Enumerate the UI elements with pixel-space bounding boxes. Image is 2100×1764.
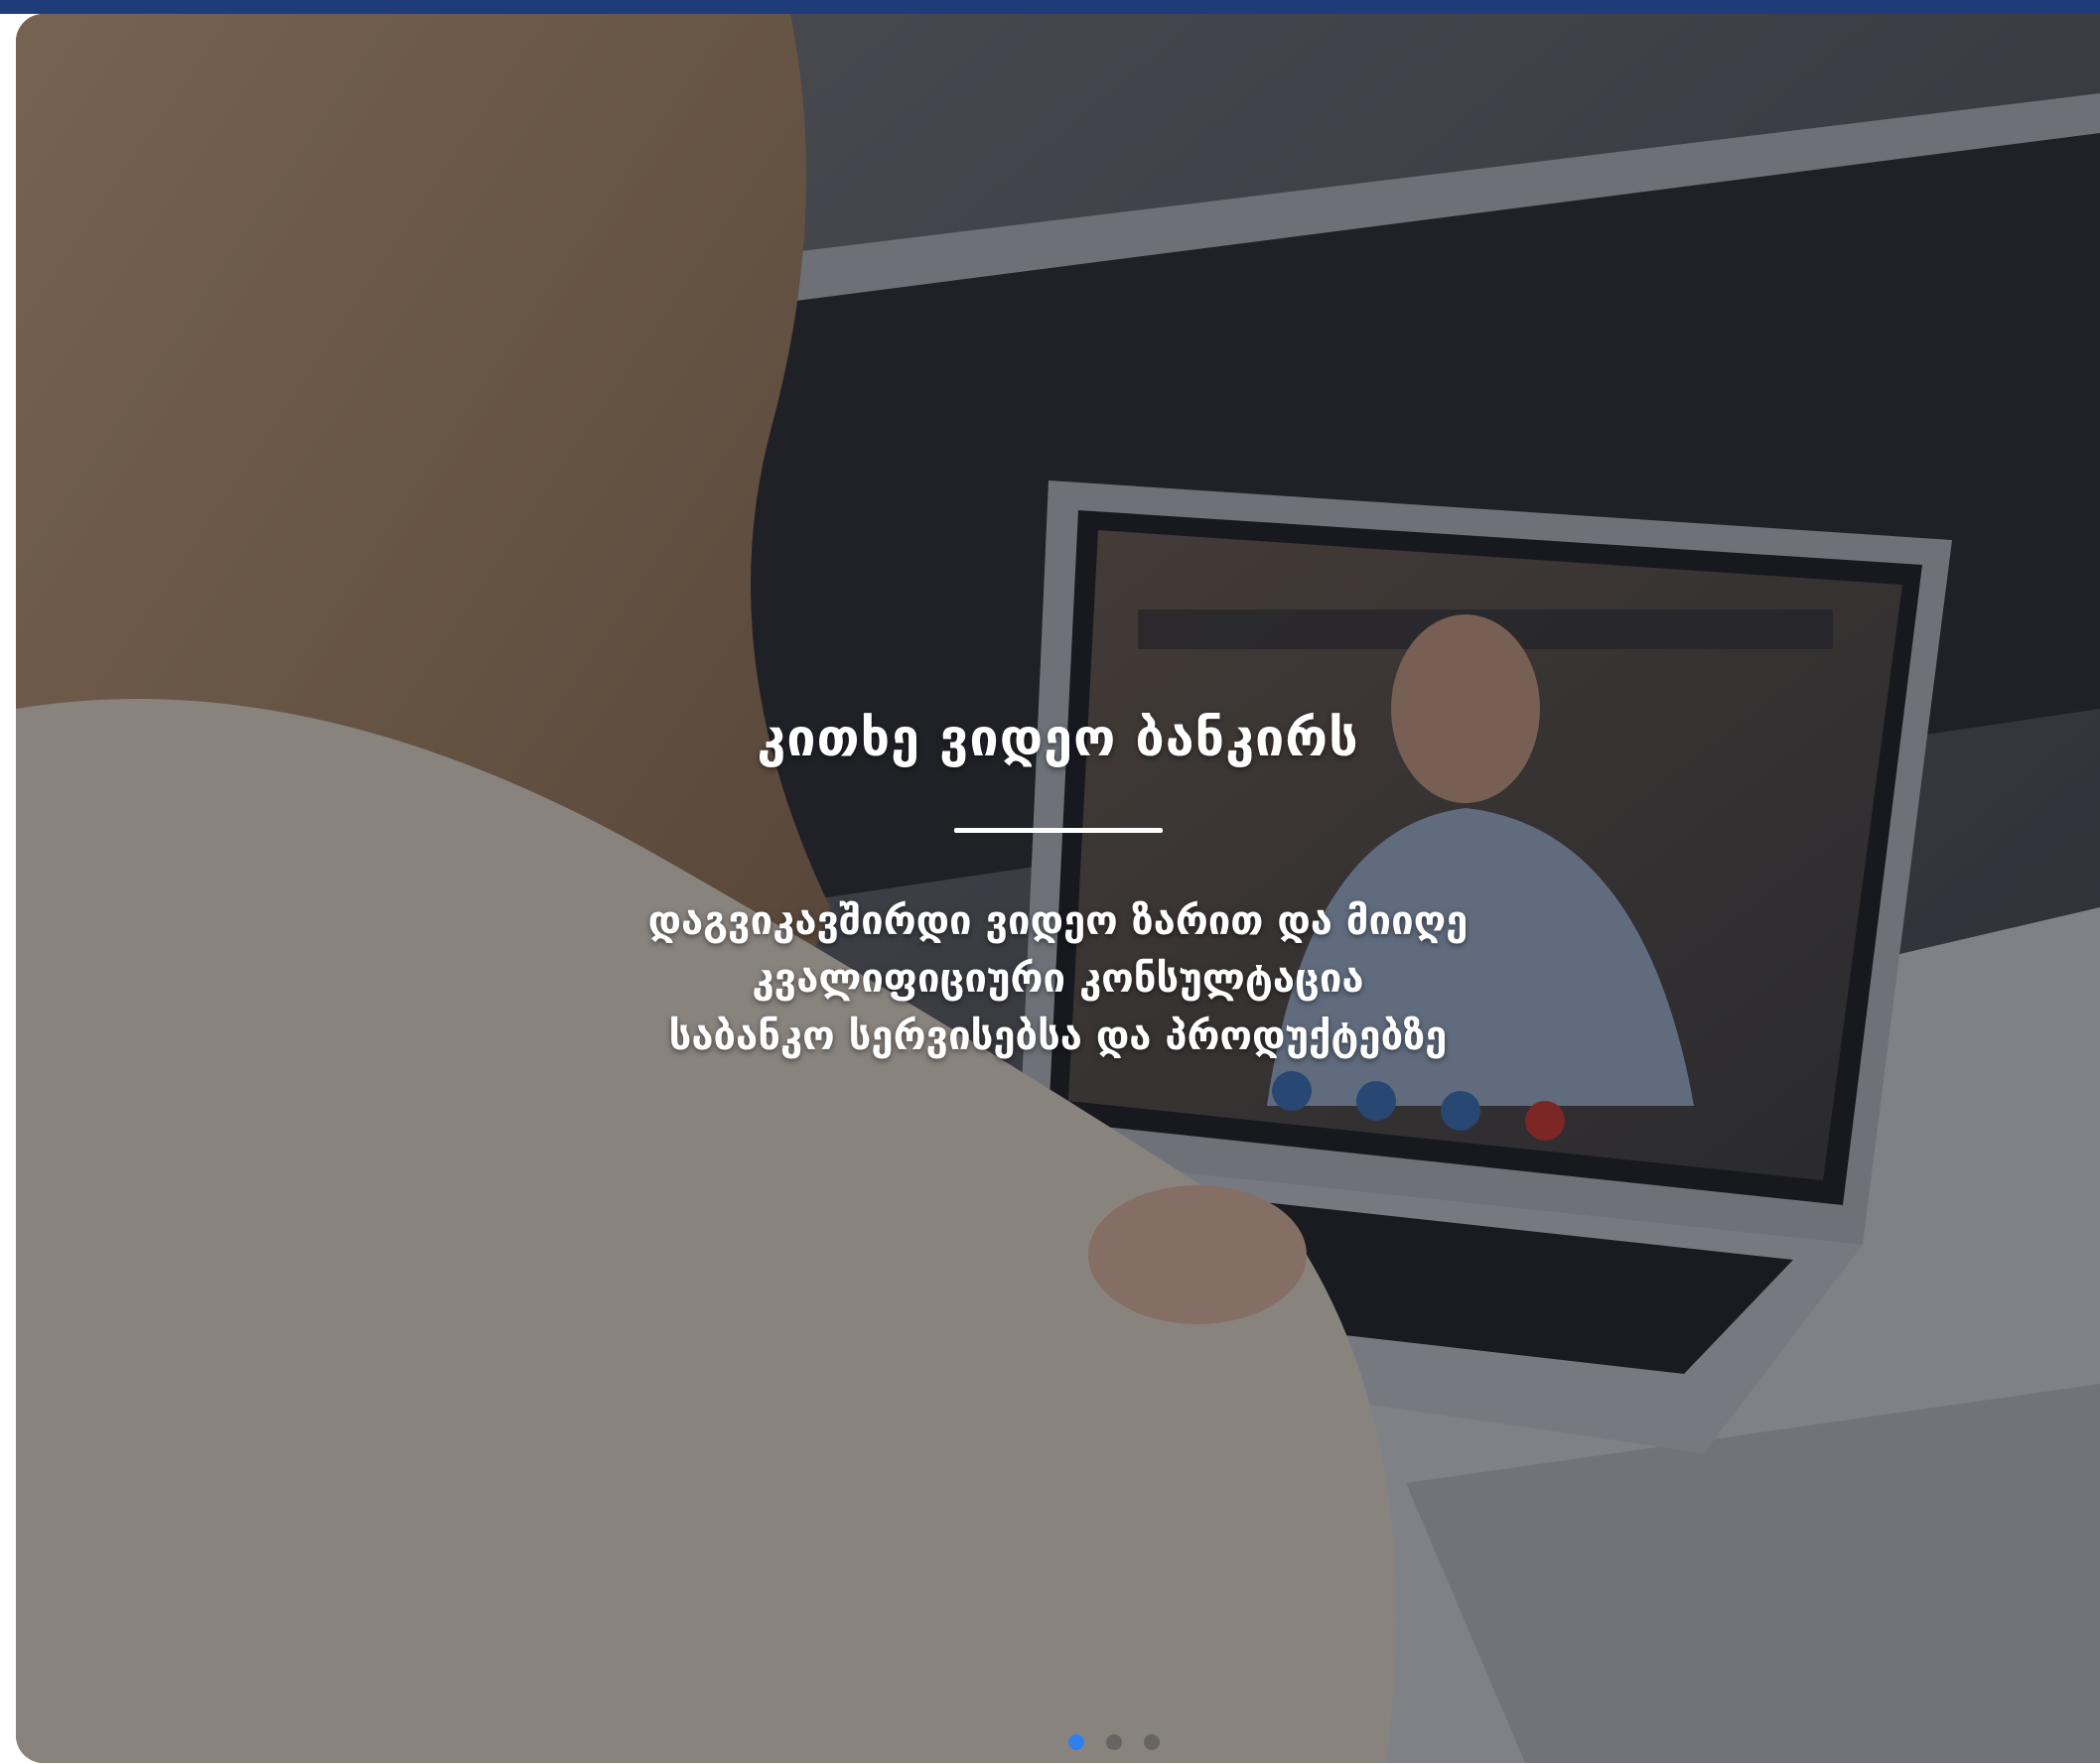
- carousel-dot-1[interactable]: [1068, 1734, 1084, 1750]
- top-bar: [0, 0, 2100, 14]
- title-divider: [953, 828, 1163, 833]
- hero-caption: კითხე ვიდეო ბანკირს დაგვიკავშირდი ვიდეო …: [16, 709, 2100, 1065]
- carousel-pagination: [1068, 1734, 1160, 1750]
- slide-description-line: საბანკო სერვისებსა და პროდუქტებზე: [668, 1014, 1448, 1059]
- hero-carousel[interactable]: კითხე ვიდეო ბანკირს დაგვიკავშირდი ვიდეო …: [16, 14, 2100, 1763]
- carousel-dot-2[interactable]: [1106, 1734, 1122, 1750]
- slide-description-line: დაგვიკავშირდი ვიდეო ზარით და მიიღე: [647, 898, 1469, 944]
- carousel-dot-3[interactable]: [1144, 1734, 1160, 1750]
- slide-description-line: კვალიფიციური კონსულტაცია: [752, 956, 1364, 1002]
- slide-description: დაგვიკავშირდი ვიდეო ზარით და მიიღე კვალი…: [16, 892, 2100, 1065]
- slide-title: კითხე ვიდეო ბანკირს: [757, 709, 1359, 768]
